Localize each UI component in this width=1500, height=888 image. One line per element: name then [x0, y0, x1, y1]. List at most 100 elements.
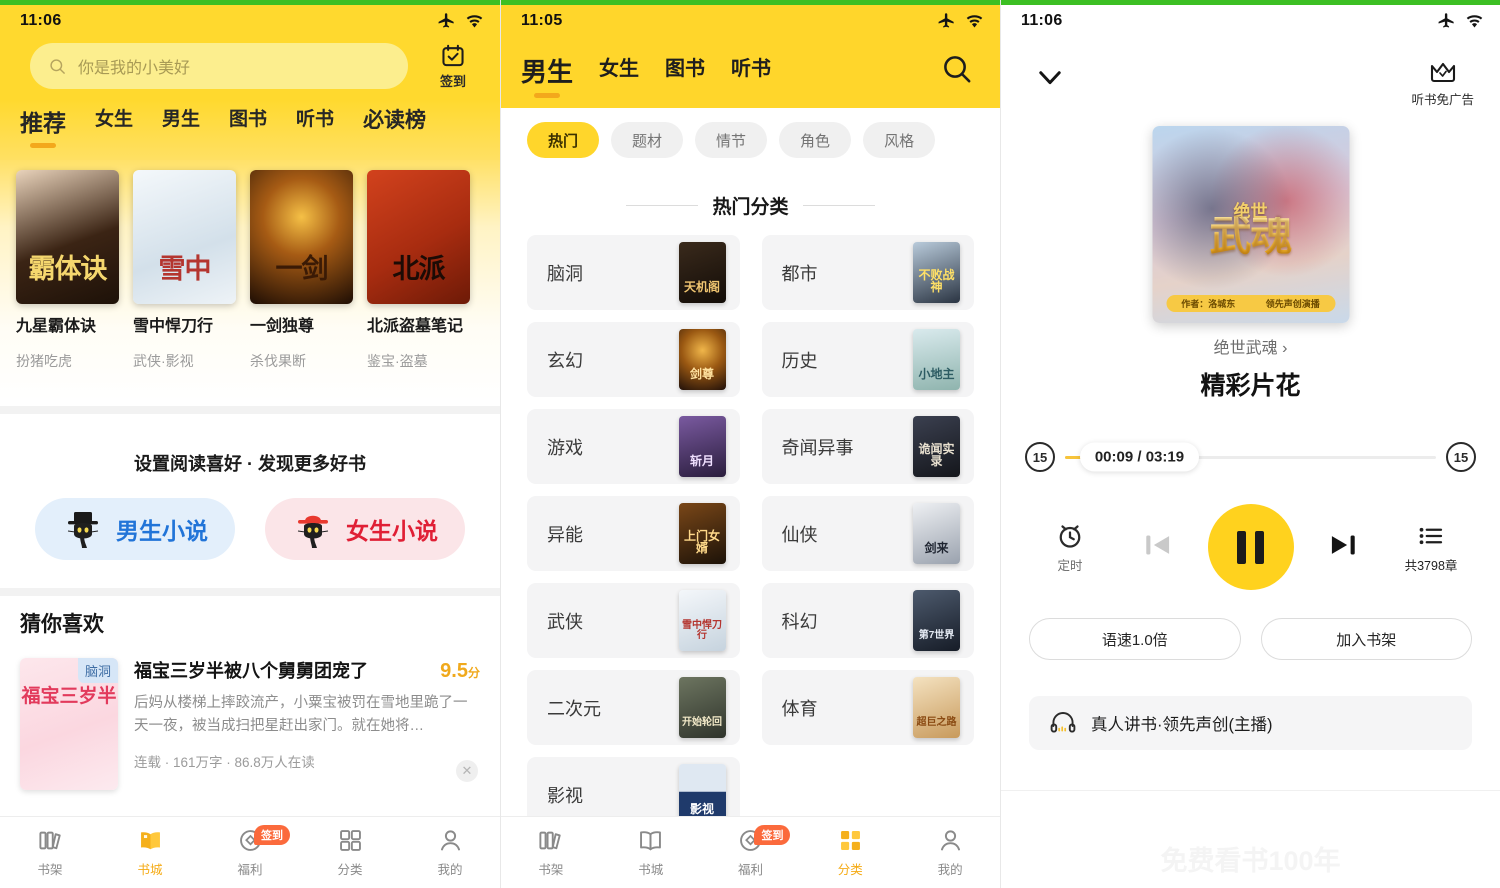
tab-male[interactable]: 男生: [521, 52, 573, 98]
male-novels-label: 男生小说: [116, 512, 208, 546]
category-card[interactable]: 玄幻剑尊: [527, 322, 740, 397]
nav-item-rewards[interactable]: 签到 福利: [701, 817, 801, 888]
next-track-button[interactable]: [1324, 526, 1362, 569]
chip-style[interactable]: 风格: [863, 122, 935, 158]
panel-categories: 11:05 男生 女生 图书 听书 热门 题材 情节 角色 风格 热门分类 脑洞…: [500, 0, 1000, 888]
panel-audio-player: 11:06 听书免广告 绝世 武魂 作者：洛城东 领先声创演播 绝世武魂 › 精…: [1000, 0, 1500, 888]
category-label: 游戏: [547, 434, 583, 460]
player-action-row: 语速1.0倍 加入书架: [1029, 618, 1472, 660]
book-card[interactable]: 北派 北派盗墓笔记 鉴宝·盗墓: [367, 170, 484, 371]
forward-15-button[interactable]: 15: [1446, 442, 1476, 472]
chip-character[interactable]: 角色: [779, 122, 851, 158]
signin-button[interactable]: 签到: [422, 43, 484, 90]
rewind-15-button[interactable]: 15: [1025, 442, 1055, 472]
crown-icon: [1428, 60, 1458, 86]
search-button[interactable]: [940, 52, 974, 91]
tab-recommend[interactable]: 推荐: [20, 104, 66, 146]
wifi-icon: [1465, 12, 1484, 31]
tab-male[interactable]: 男生: [162, 104, 200, 139]
category-cover: 小地主: [913, 329, 960, 390]
nav-item-rewards[interactable]: 签到 福利: [200, 817, 300, 888]
category-card[interactable]: 武侠雪中悍刀行: [527, 583, 740, 658]
book-card[interactable]: 雪中 雪中悍刀行 武侠·影视: [133, 170, 250, 371]
category-card[interactable]: 异能上门女婿: [527, 496, 740, 571]
airplane-icon: [937, 12, 956, 31]
nav-item-profile[interactable]: 我的: [900, 817, 1000, 888]
open-book-icon: [137, 827, 164, 854]
tab-audiobooks[interactable]: 听书: [296, 104, 334, 139]
category-card[interactable]: 游戏斩月: [527, 409, 740, 484]
category-label: 影视: [547, 782, 583, 808]
search-icon: [48, 57, 67, 76]
chapter-list-button[interactable]: 共3798章: [1392, 521, 1470, 574]
title-score-row: 福宝三岁半被八个舅舅团宠了 9.5分: [134, 660, 480, 683]
book-card[interactable]: 一剑 一剑独尊 杀伐果断: [250, 170, 367, 371]
status-icons: [1437, 12, 1484, 31]
bookshelf-icon: [37, 827, 64, 854]
male-novels-button[interactable]: 男生小说: [35, 498, 235, 560]
chip-hot[interactable]: 热门: [527, 122, 599, 158]
nav-item-bookstore[interactable]: 书城: [601, 817, 701, 888]
status-time: 11:05: [521, 12, 563, 30]
signin-label: 签到: [440, 71, 466, 90]
category-card[interactable]: 脑洞天机阁: [527, 235, 740, 310]
category-label: 都市: [782, 260, 818, 286]
tab-female[interactable]: 女生: [599, 52, 639, 90]
play-pause-button[interactable]: [1208, 504, 1294, 590]
cover-text: 斩月: [679, 455, 726, 467]
category-card[interactable]: 体育超巨之路: [762, 670, 975, 745]
tab-books[interactable]: 图书: [229, 104, 267, 139]
nav-item-bookstore[interactable]: 书城: [100, 817, 200, 888]
tab-books[interactable]: 图书: [665, 52, 705, 90]
book-card[interactable]: 霸体诀 九星霸体诀 扮猪吃虎: [16, 170, 133, 371]
book-cover-text: 雪中: [133, 257, 236, 283]
ad-free-button[interactable]: 听书免广告: [1411, 60, 1474, 108]
progress-slider[interactable]: 00:09 / 03:19: [1065, 456, 1436, 459]
album-cover[interactable]: 绝世 武魂 作者：洛城东 领先声创演播: [1152, 126, 1349, 323]
list-item[interactable]: 脑洞 福宝三岁半 福宝三岁半被八个舅舅团宠了 9.5分 后妈从楼梯上摔跤流产，小…: [20, 658, 480, 790]
book-title: 福宝三岁半被八个舅舅团宠了: [134, 660, 368, 683]
nav-item-profile[interactable]: 我的: [400, 817, 500, 888]
book-cover: 雪中: [133, 170, 236, 304]
collapse-button[interactable]: [1033, 60, 1067, 99]
timer-button[interactable]: 定时: [1031, 521, 1109, 574]
book-name-link[interactable]: 绝世武魂 ›: [1001, 334, 1500, 358]
cover-text: 影视: [679, 803, 726, 815]
tab-female[interactable]: 女生: [95, 104, 133, 139]
category-card[interactable]: 仙侠剑来: [762, 496, 975, 571]
narrator-banner[interactable]: 真人讲书·领先声创(主播): [1029, 696, 1472, 750]
category-label: 二次元: [547, 695, 601, 721]
category-cover: 剑来: [913, 503, 960, 564]
chip-plot[interactable]: 情节: [695, 122, 767, 158]
cover-text: 剑尊: [679, 368, 726, 380]
category-card[interactable]: 历史小地主: [762, 322, 975, 397]
category-card[interactable]: 奇闻异事诡闻实录: [762, 409, 975, 484]
previous-track-button[interactable]: [1139, 526, 1177, 569]
book-title: 一剑独尊: [250, 316, 346, 337]
category-card[interactable]: 科幻第7世界: [762, 583, 975, 658]
nav-item-categories[interactable]: 分类: [800, 817, 900, 888]
add-to-bookshelf-button[interactable]: 加入书架: [1261, 618, 1473, 660]
book-cover-text: 霸体诀: [16, 257, 119, 283]
book-cover: 脑洞 福宝三岁半: [20, 658, 118, 790]
cover-text: 雪中悍刀行: [679, 621, 726, 641]
ad-free-label: 听书免广告: [1411, 89, 1474, 108]
nav-item-bookshelf[interactable]: 书架: [0, 817, 100, 888]
search-input[interactable]: 你是我的小美好: [30, 43, 408, 89]
category-card[interactable]: 二次元开始轮回: [527, 670, 740, 745]
category-card[interactable]: 都市不败战神: [762, 235, 975, 310]
person-icon: [937, 827, 964, 854]
preference-title: 设置阅读喜好 · 发现更多好书: [0, 428, 500, 476]
chip-theme[interactable]: 题材: [611, 122, 683, 158]
cover-text: 第7世界: [913, 631, 960, 641]
nav-item-bookshelf[interactable]: 书架: [501, 817, 601, 888]
nav-item-categories[interactable]: 分类: [300, 817, 400, 888]
tab-audiobooks[interactable]: 听书: [731, 52, 771, 90]
category-label: 异能: [547, 521, 583, 547]
female-novels-button[interactable]: 女生小说: [265, 498, 465, 560]
score-unit: 分: [468, 666, 480, 680]
playback-speed-button[interactable]: 语速1.0倍: [1029, 618, 1241, 660]
tab-must-read-ranking[interactable]: 必读榜: [363, 104, 426, 142]
player-top-bar: 听书免广告: [1001, 46, 1500, 116]
close-icon[interactable]: ✕: [456, 760, 478, 782]
